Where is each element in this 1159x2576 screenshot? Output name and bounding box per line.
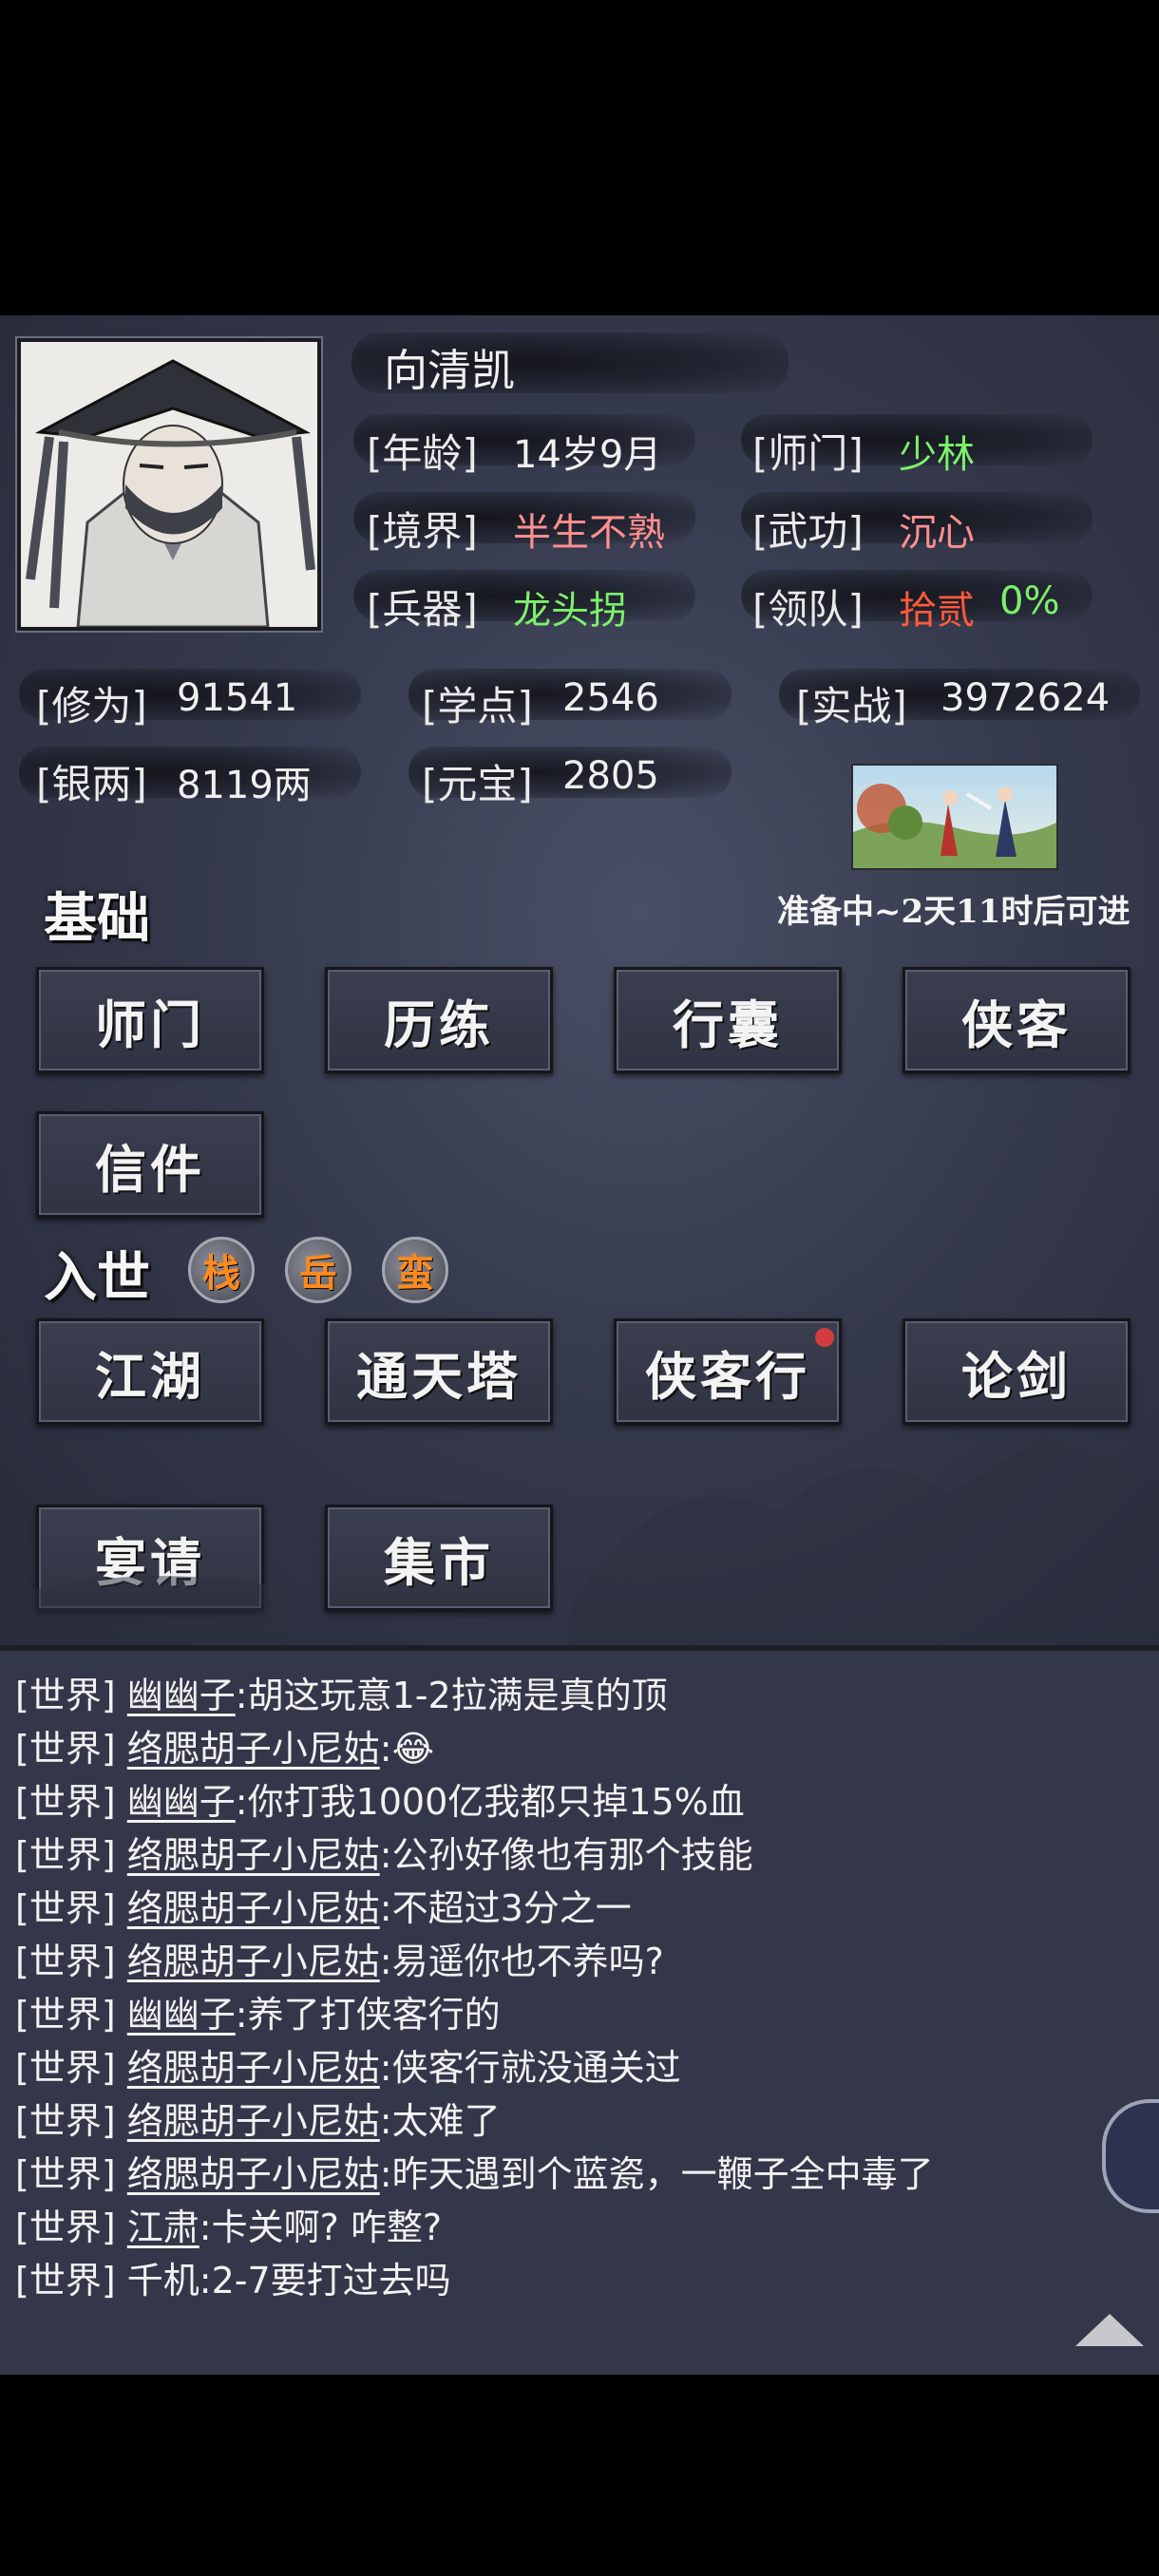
- chat-username[interactable]: 幽幽子: [127, 1781, 236, 1823]
- mountain-coin-icon[interactable]: 岳: [285, 1237, 352, 1303]
- chat-message: [世界] 江肃:卡关啊? 咋整?: [15, 2198, 442, 2250]
- chat-channel-tag: [世界]: [15, 1834, 116, 1876]
- chat-text: :公孙好像也有那个技能: [379, 1834, 753, 1876]
- chat-message: [世界] 幽幽子:你打我1000亿我都只掉15%血: [15, 1772, 745, 1825]
- chat-channel-tag: [世界]: [15, 1781, 116, 1823]
- chat-channel-tag: [世界]: [15, 2153, 116, 2195]
- chat-username[interactable]: 络腮胡子小尼姑: [127, 1887, 380, 1929]
- world-chat-panel[interactable]: [世界] 幽幽子:胡这玩意1-2拉满是真的顶 [世界] 络腮胡子小尼姑:😂 [世…: [0, 1645, 1159, 2380]
- age-label: [年龄]: [367, 430, 478, 477]
- chat-username[interactable]: 络腮胡子小尼姑: [127, 2153, 380, 2195]
- study-points-label: [学点]: [422, 683, 533, 729]
- chat-username[interactable]: 络腮胡子小尼姑: [127, 2100, 380, 2142]
- chat-channel-tag: [世界]: [15, 1728, 116, 1770]
- team-percent: 0%: [999, 579, 1060, 623]
- chat-text: :卡关啊? 咋整?: [199, 2207, 442, 2248]
- navigation-bar-area: [0, 2375, 1159, 2576]
- chat-username[interactable]: 江肃: [127, 2207, 200, 2248]
- ingot-label: [元宝]: [422, 761, 533, 807]
- chat-text: :胡这玩意1-2拉满是真的顶: [235, 1675, 668, 1716]
- chat-username[interactable]: 络腮胡子小尼姑: [127, 1941, 380, 1982]
- sect-value[interactable]: 少林: [899, 424, 975, 479]
- ingot-value: 2805: [562, 754, 659, 798]
- age-value: 14岁9月: [513, 433, 662, 477]
- chat-text: :太难了: [379, 2100, 501, 2142]
- combat-value: 3972624: [940, 676, 1111, 720]
- martial-value[interactable]: 沉心: [899, 502, 975, 557]
- realm-label: [境界]: [367, 508, 478, 555]
- chat-text: :侠客行就没通关过: [379, 2047, 681, 2089]
- game-main-panel: 向清凯 [年龄] 14岁9月 [师门] 少林 [境界] 半生不熟 [武功] 沉心…: [0, 315, 1159, 1645]
- martial-label: [武功]: [752, 508, 864, 555]
- status-bar-area: [0, 0, 1159, 315]
- chat-channel-tag: [世界]: [15, 1887, 116, 1929]
- background-architecture: [0, 1436, 1159, 1645]
- chat-message: [世界] 千机:2-7要打过去吗: [15, 2251, 451, 2303]
- chat-username[interactable]: 络腮胡子小尼姑: [127, 2047, 380, 2089]
- chat-text: :昨天遇到个蓝瓷，一鞭子全中毒了: [379, 2153, 934, 2195]
- weapon-label: [兵器]: [367, 586, 478, 633]
- silver-label: [银两]: [36, 761, 147, 807]
- realm-value: 半生不熟: [513, 511, 665, 555]
- chat-username[interactable]: 幽幽子: [127, 1675, 236, 1716]
- mail-button[interactable]: 信件: [36, 1111, 264, 1218]
- chat-channel-tag: [世界]: [15, 2047, 116, 2089]
- chat-username[interactable]: 络腮胡子小尼姑: [127, 1834, 380, 1876]
- event-thumbnail[interactable]: [851, 764, 1058, 870]
- training-button[interactable]: 历练: [325, 967, 553, 1073]
- cultivation-value: 91541: [177, 676, 298, 720]
- combat-label: [实战]: [796, 683, 907, 729]
- chat-message: [世界] 幽幽子:养了打侠客行的: [15, 1985, 501, 2037]
- silver-value: 8119两: [177, 764, 312, 807]
- team-value[interactable]: 拾贰: [899, 579, 975, 635]
- weapon-value[interactable]: 龙头拐: [513, 579, 627, 635]
- cultivation-label: [修为]: [36, 683, 147, 729]
- heroes-button[interactable]: 侠客: [902, 967, 1130, 1073]
- chat-text: :😂: [379, 1728, 434, 1770]
- chat-channel-tag: [世界]: [15, 2260, 116, 2301]
- chat-text: :你打我1000亿我都只掉15%血: [235, 1781, 745, 1823]
- chat-channel-tag: [世界]: [15, 1941, 116, 1982]
- chat-text: :2-7要打过去吗: [199, 2260, 451, 2301]
- chat-message: [世界] 络腮胡子小尼姑:易遥你也不养吗?: [15, 1932, 664, 1984]
- event-art: [853, 766, 1056, 868]
- chat-username[interactable]: 幽幽子: [127, 1994, 236, 2036]
- portrait-art: [21, 342, 317, 627]
- chat-username[interactable]: 络腮胡子小尼姑: [127, 1728, 380, 1770]
- character-portrait[interactable]: [17, 338, 321, 631]
- section-title-world: 入世: [44, 1246, 150, 1309]
- sect-label: [师门]: [752, 430, 864, 477]
- chat-channel-tag: [世界]: [15, 2207, 116, 2248]
- inventory-button[interactable]: 行囊: [614, 967, 842, 1073]
- chat-message: [世界] 络腮胡子小尼姑:公孙好像也有那个技能: [15, 1826, 753, 1878]
- chat-text: :不超过3分之一: [379, 1887, 632, 1929]
- chat-message: [世界] 络腮胡子小尼姑:侠客行就没通关过: [15, 2038, 681, 2091]
- chat-message: [世界] 络腮胡子小尼姑:😂: [15, 1719, 434, 1771]
- scroll-up-icon[interactable]: [1075, 2314, 1144, 2346]
- barbarian-coin-icon[interactable]: 蛮: [382, 1237, 448, 1303]
- player-name: 向清凯: [384, 345, 515, 396]
- chat-channel-tag: [世界]: [15, 2100, 116, 2142]
- chat-username[interactable]: 千机: [127, 2260, 200, 2301]
- chat-text: :易遥你也不养吗?: [379, 1941, 664, 1982]
- section-title-basic: 基础: [44, 887, 150, 950]
- team-label: [领队]: [752, 586, 864, 633]
- chat-message: [世界] 络腮胡子小尼姑:昨天遇到个蓝瓷，一鞭子全中毒了: [15, 2145, 934, 2197]
- chat-message: [世界] 络腮胡子小尼姑:不超过3分之一: [15, 1879, 632, 1931]
- chat-message: [世界] 络腮胡子小尼姑:太难了: [15, 2092, 501, 2144]
- chat-channel-tag: [世界]: [15, 1994, 116, 2036]
- chat-channel-tag: [世界]: [15, 1675, 116, 1716]
- chat-text: :养了打侠客行的: [235, 1994, 501, 2036]
- study-points-value: 2546: [562, 676, 659, 720]
- chat-message: [世界] 幽幽子:胡这玩意1-2拉满是真的顶: [15, 1666, 668, 1718]
- event-countdown: 准备中~2天11时后可进: [777, 893, 1130, 931]
- inn-coin-icon[interactable]: 栈: [188, 1237, 255, 1303]
- sect-button[interactable]: 师门: [36, 967, 264, 1073]
